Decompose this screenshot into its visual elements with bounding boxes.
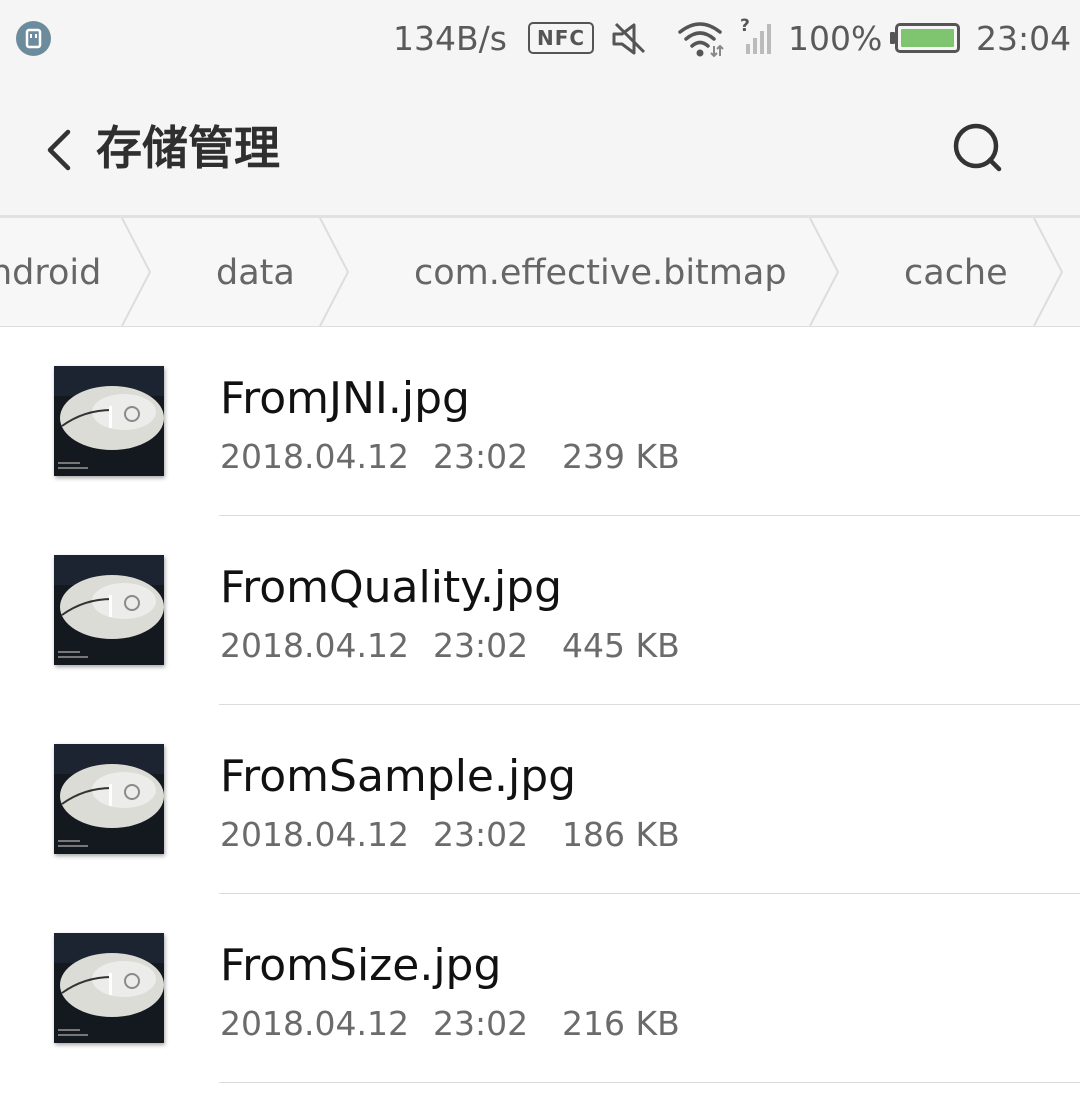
breadcrumb: ndroid data com.effective.bitmap cache	[0, 218, 1080, 327]
file-date: 2018.04.12	[220, 626, 409, 665]
file-name: FromJNI.jpg	[220, 373, 470, 424]
image-thumbnail	[54, 555, 164, 665]
file-time: 23:02	[433, 1004, 529, 1043]
status-bar: 134B/s NFC ? 100% 23:04	[0, 0, 1080, 78]
page-title: 存储管理	[96, 121, 280, 175]
file-size: 239 KB	[562, 437, 680, 476]
file-row[interactable]: FromSize.jpg 2018.04.12 23:02 216 KB	[0, 894, 1080, 1083]
image-thumbnail	[54, 744, 164, 854]
battery-percent: 100%	[788, 19, 883, 58]
back-arrow-icon	[47, 129, 71, 171]
row-divider	[219, 1082, 1080, 1083]
file-size: 445 KB	[562, 626, 680, 665]
usb-debug-icon	[16, 21, 51, 56]
wifi-icon	[676, 18, 724, 62]
svg-text:?: ?	[740, 16, 750, 36]
search-icon	[953, 123, 1002, 172]
mute-icon	[610, 20, 648, 62]
file-name: FromSample.jpg	[220, 751, 577, 802]
file-row[interactable]: FromJNI.jpg 2018.04.12 23:02 239 KB	[0, 327, 1080, 516]
file-name: FromQuality.jpg	[220, 562, 563, 613]
breadcrumb-item[interactable]: ndroid	[0, 250, 101, 296]
file-date: 2018.04.12	[220, 815, 409, 854]
file-name: FromSize.jpg	[220, 940, 502, 991]
image-thumbnail	[54, 366, 164, 476]
file-size: 216 KB	[562, 1004, 680, 1043]
back-button[interactable]	[34, 122, 86, 178]
search-button[interactable]	[948, 118, 1008, 178]
file-date: 2018.04.12	[220, 1004, 409, 1043]
breadcrumb-separator	[1033, 218, 1064, 326]
file-time: 23:02	[433, 626, 529, 665]
breadcrumb-item[interactable]: cache	[904, 250, 1008, 296]
breadcrumb-separator	[319, 218, 350, 326]
breadcrumb-separator	[121, 218, 152, 326]
clock: 23:04	[976, 19, 1072, 58]
file-date: 2018.04.12	[220, 437, 409, 476]
file-size: 186 KB	[562, 815, 680, 854]
file-row[interactable]: FromQuality.jpg 2018.04.12 23:02 445 KB	[0, 516, 1080, 705]
network-speed: 134B/s	[393, 19, 507, 58]
app-bar: 存储管理	[0, 78, 1080, 218]
nfc-icon: NFC	[528, 22, 594, 54]
breadcrumb-separator	[809, 218, 840, 326]
image-thumbnail	[54, 933, 164, 1043]
breadcrumb-item[interactable]: com.effective.bitmap	[414, 250, 787, 296]
breadcrumb-item[interactable]: data	[216, 250, 295, 296]
battery-fill	[901, 29, 954, 47]
file-time: 23:02	[433, 437, 529, 476]
file-row[interactable]: FromSample.jpg 2018.04.12 23:02 186 KB	[0, 705, 1080, 894]
no-sim-signal-icon: ?	[740, 16, 776, 60]
battery-icon	[890, 23, 960, 53]
nfc-label: NFC	[536, 26, 586, 50]
file-time: 23:02	[433, 815, 529, 854]
